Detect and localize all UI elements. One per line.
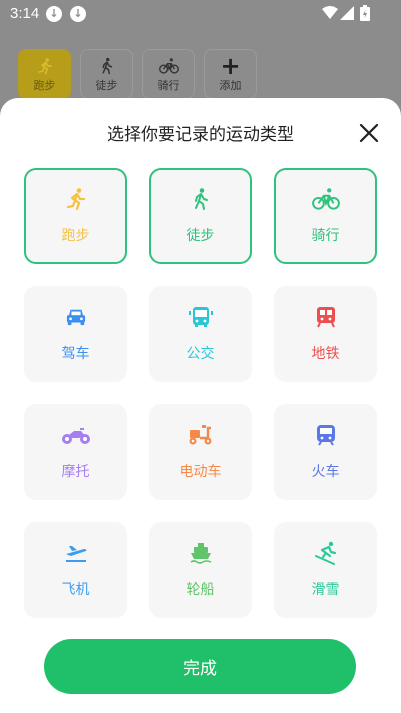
activity-tile-running[interactable]: 跑步 bbox=[24, 168, 127, 264]
status-time: 3:14 bbox=[10, 5, 40, 22]
bg-button-cycling[interactable]: 骑行 bbox=[142, 49, 195, 99]
airplane-icon bbox=[64, 540, 88, 566]
plus-icon: + bbox=[220, 52, 241, 80]
bus-icon bbox=[188, 304, 214, 330]
bg-button-label: 添加 bbox=[219, 79, 242, 92]
activity-label: 摩托 bbox=[61, 464, 90, 480]
activity-label: 飞机 bbox=[61, 582, 90, 598]
background-activity-row: 跑步 徒步 骑行 + 添加 bbox=[18, 49, 257, 99]
activity-tile-cycling[interactable]: 骑行 bbox=[274, 168, 377, 264]
cycling-icon bbox=[311, 186, 340, 212]
ship-icon bbox=[190, 540, 212, 566]
bg-button-label: 跑步 bbox=[33, 79, 56, 92]
bg-button-walking[interactable]: 徒步 bbox=[80, 49, 133, 99]
close-icon[interactable] bbox=[359, 123, 379, 143]
activity-label: 徒步 bbox=[186, 228, 215, 244]
sheet-title: 选择你要记录的运动类型 bbox=[107, 125, 294, 145]
subway-icon bbox=[316, 304, 336, 330]
activity-tile-car[interactable]: 驾车 bbox=[24, 286, 127, 382]
activity-label: 地铁 bbox=[311, 346, 340, 362]
bg-button-running[interactable]: 跑步 bbox=[18, 49, 71, 99]
train-icon bbox=[316, 422, 336, 448]
motorcycle-icon bbox=[61, 422, 91, 448]
running-icon bbox=[64, 186, 88, 212]
activity-label: 火车 bbox=[311, 464, 340, 480]
bg-button-add[interactable]: + 添加 bbox=[204, 49, 257, 99]
activity-label: 跑步 bbox=[61, 228, 90, 244]
download-icon: ↓ bbox=[70, 6, 86, 22]
activity-tile-airplane[interactable]: 飞机 bbox=[24, 522, 127, 618]
activity-tile-ship[interactable]: 轮船 bbox=[149, 522, 252, 618]
battery-icon bbox=[360, 5, 370, 21]
status-bar: 3:14 ↓ ↓ bbox=[0, 0, 401, 28]
activity-tile-motorcycle[interactable]: 摩托 bbox=[24, 404, 127, 500]
activity-label: 轮船 bbox=[186, 582, 215, 598]
skiing-icon bbox=[314, 540, 338, 566]
bg-button-label: 徒步 bbox=[95, 79, 118, 92]
walking-icon bbox=[189, 186, 213, 212]
wifi-icon bbox=[322, 6, 338, 19]
download-icon: ↓ bbox=[46, 6, 62, 22]
activity-label: 电动车 bbox=[179, 464, 222, 480]
activity-label: 滑雪 bbox=[311, 582, 340, 598]
activity-label: 公交 bbox=[186, 346, 215, 362]
activity-type-sheet: 选择你要记录的运动类型 跑步 徒步 骑行 驾车 公交 地铁 摩托 电动车 火车 … bbox=[0, 98, 401, 713]
activity-label: 驾车 bbox=[61, 346, 90, 362]
activity-tile-train[interactable]: 火车 bbox=[274, 404, 377, 500]
activity-tile-bus[interactable]: 公交 bbox=[149, 286, 252, 382]
activity-tile-walking[interactable]: 徒步 bbox=[149, 168, 252, 264]
cycling-icon bbox=[158, 55, 179, 77]
running-icon bbox=[36, 55, 54, 77]
done-button[interactable]: 完成 bbox=[44, 639, 356, 694]
scooter-icon bbox=[188, 422, 214, 448]
signal-icon bbox=[340, 6, 354, 20]
activity-tile-subway[interactable]: 地铁 bbox=[274, 286, 377, 382]
walking-icon bbox=[98, 55, 116, 77]
activity-label: 骑行 bbox=[311, 228, 340, 244]
activity-tile-scooter[interactable]: 电动车 bbox=[149, 404, 252, 500]
activity-tile-skiing[interactable]: 滑雪 bbox=[274, 522, 377, 618]
bg-button-label: 骑行 bbox=[157, 79, 180, 92]
car-icon bbox=[65, 304, 87, 330]
